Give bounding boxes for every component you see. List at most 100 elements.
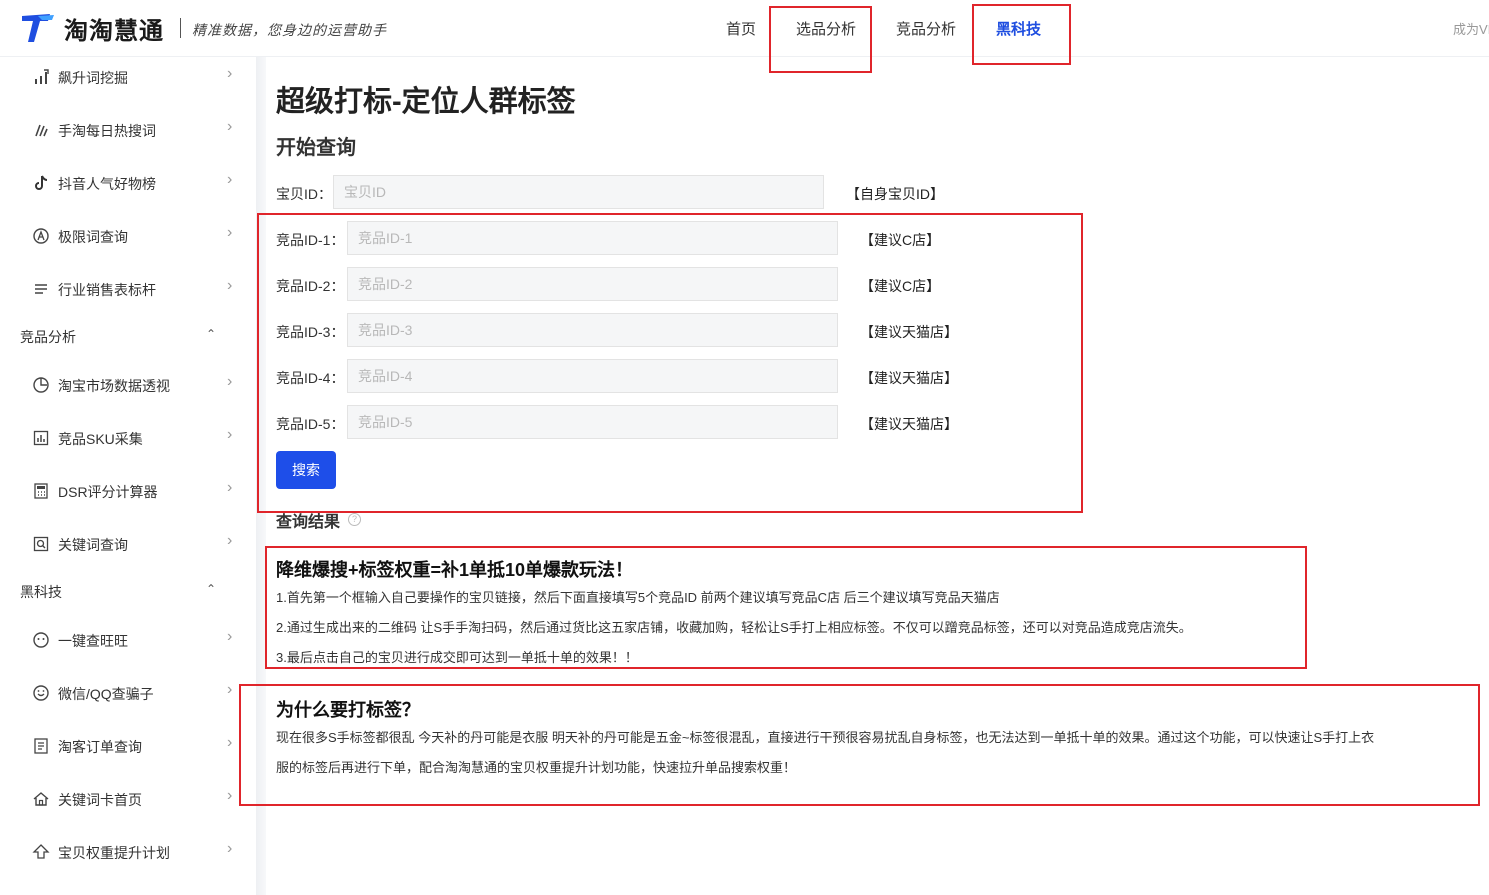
chevron-right-icon: › (227, 171, 233, 188)
sidebar-group-black-tech[interactable]: 黑科技 ⌃ (0, 577, 256, 607)
become-vip-link[interactable]: 成为VIP (1453, 19, 1489, 38)
tips-line-2: 2.通过生成出来的二维码 让S手手淘扫码，然后通过货比这五家店铺，收藏加购，轻松… (276, 620, 1192, 635)
help-icon[interactable]: ? (348, 513, 361, 526)
competitor-id-5-input[interactable] (347, 405, 838, 439)
nav-competitor-analysis[interactable]: 竞品分析 (896, 18, 956, 39)
sidebar-group-competitor[interactable]: 竞品分析 ⌃ (0, 322, 256, 352)
competitor-id-2-input[interactable] (347, 267, 838, 301)
competitor-id-3-label: 竞品ID-3： (276, 324, 345, 340)
sidebar-item-label: DSR评分计算器 (58, 484, 158, 500)
sidebar-item-label: 宝贝权重提升计划 (58, 845, 170, 861)
sidebar-item-limit-words[interactable]: 极限词查询 › (0, 216, 256, 256)
sidebar-item-label: 淘客订单查询 (58, 739, 142, 755)
own-id-label: 宝贝ID： (276, 186, 332, 202)
nav-product-analysis[interactable]: 选品分析 (796, 18, 856, 39)
tips-line-3: 3.最后点击自己的宝贝进行成交即可达到一单抵十单的效果！！ (276, 650, 638, 665)
list-icon (35, 284, 47, 294)
sidebar-item-label: 竞品SKU采集 (58, 431, 143, 447)
sidebar-item-label: 一键查旺旺 (58, 633, 128, 649)
sidebar-item-market-data[interactable]: 淘宝市场数据透视 › (0, 365, 256, 405)
chevron-right-icon: › (227, 224, 233, 241)
chevron-up-icon: ⌃ (206, 327, 217, 341)
tips-heading: 降维爆搜+标签权重=补1单抵10单爆款玩法！ (276, 560, 634, 580)
sidebar-group-label: 黑科技 (20, 584, 62, 600)
sidebar-item-rising-words[interactable]: 飙升词挖掘 › (0, 57, 256, 97)
sidebar-item-weight-boost[interactable]: 宝贝权重提升计划 › (0, 832, 256, 872)
search-button[interactable]: 搜索 (276, 451, 336, 489)
logo-icon (22, 14, 54, 42)
document-icon (34, 738, 48, 754)
sidebar-item-hot-search[interactable]: 手淘每日热搜词 › (0, 110, 256, 150)
chevron-right-icon: › (227, 628, 233, 645)
sidebar-item-keyword-query[interactable]: 关键词查询 › (0, 524, 256, 564)
sidebar-item-label: 手淘每日热搜词 (58, 123, 156, 139)
sidebar-divider (256, 57, 266, 895)
search-doc-icon (33, 536, 49, 552)
bar-chart-icon (33, 430, 49, 446)
chevron-right-icon: › (227, 426, 233, 443)
sidebar-item-douyin[interactable]: 抖音人气好物榜 › (0, 163, 256, 203)
top-header: 淘淘慧通 精准数据，您身边的运营助手 首页 选品分析 竞品分析 黑科技 成为VI… (0, 0, 1489, 57)
sidebar-item-taoke-orders[interactable]: 淘客订单查询 › (0, 726, 256, 766)
competitor-id-1-input[interactable] (347, 221, 838, 255)
competitor-id-1-hint: 【建议C店】 (860, 232, 941, 248)
chevron-right-icon: › (227, 277, 233, 294)
chevron-right-icon: › (227, 532, 233, 549)
competitor-id-5-label: 竞品ID-5： (276, 416, 345, 432)
competitor-id-5-hint: 【建议天猫店】 (860, 416, 958, 432)
competitor-id-4-input[interactable] (347, 359, 838, 393)
sidebar-item-keyword-homepage[interactable]: 关键词卡首页 › (0, 779, 256, 819)
why-line-1: 现在很多S手标签都很乱 今天补的丹可能是衣服 明天补的丹可能是五金~标签很混乱，… (276, 730, 1375, 745)
why-heading: 为什么要打标签？ (276, 700, 420, 720)
sidebar-item-dsr-calculator[interactable]: DSR评分计算器 › (0, 471, 256, 511)
sidebar-item-label: 抖音人气好物榜 (58, 176, 156, 192)
own-id-input[interactable] (333, 175, 824, 209)
tips-line-1: 1.首先第一个框输入自己要操作的宝贝链接，然后下面直接填写5个竞品ID 前两个建… (276, 590, 1000, 605)
flame-icon (35, 124, 48, 137)
chevron-right-icon: › (227, 373, 233, 390)
tiktok-icon (35, 175, 48, 190)
chevron-right-icon: › (227, 65, 233, 82)
brand-divider (180, 18, 181, 38)
smile-icon (33, 632, 49, 648)
nav-black-tech[interactable]: 黑科技 (996, 18, 1041, 39)
page-title: 超级打标-定位人群标签 (276, 86, 576, 118)
competitor-id-4-hint: 【建议天猫店】 (860, 370, 958, 386)
brand-name: 淘淘慧通 (64, 18, 164, 45)
chevron-right-icon: › (227, 118, 233, 135)
sidebar-item-label: 微信/QQ查骗子 (58, 686, 154, 702)
trend-bars-icon (35, 69, 49, 84)
smile-icon (33, 685, 49, 701)
section-title: 开始查询 (276, 137, 356, 159)
sidebar: 飙升词挖掘 › 手淘每日热搜词 › 抖音人气好物榜 › 极限词查询 › 行业销售… (0, 57, 256, 895)
arrow-up-icon (32, 844, 50, 859)
nav-home[interactable]: 首页 (726, 18, 756, 39)
sidebar-item-check-wangwang[interactable]: 一键查旺旺 › (0, 620, 256, 660)
pie-chart-icon (33, 377, 49, 393)
sidebar-item-label: 行业销售表标杆 (58, 282, 156, 298)
competitor-id-3-input[interactable] (347, 313, 838, 347)
competitor-id-1-label: 竞品ID-1： (276, 232, 345, 248)
competitor-id-2-hint: 【建议C店】 (860, 278, 941, 294)
sidebar-item-label: 关键词查询 (58, 537, 128, 553)
calculator-icon (34, 483, 48, 499)
sidebar-item-sku-collect[interactable]: 竞品SKU采集 › (0, 418, 256, 458)
competitor-id-4-label: 竞品ID-4： (276, 370, 345, 386)
sidebar-item-label: 关键词卡首页 (58, 792, 142, 808)
why-line-2: 服的标签后再进行下单，配合淘淘慧通的宝贝权重提升计划功能，快速拉升单品搜索权重！ (276, 760, 797, 775)
chevron-right-icon: › (227, 734, 233, 751)
result-title: 查询结果 (276, 514, 341, 531)
sidebar-item-label: 极限词查询 (58, 229, 128, 245)
competitor-id-2-label: 竞品ID-2： (276, 278, 345, 294)
chevron-right-icon: › (227, 787, 233, 804)
chevron-right-icon: › (227, 681, 233, 698)
sidebar-item-label: 淘宝市场数据透视 (58, 378, 170, 394)
sidebar-item-wechat-qq-check[interactable]: 微信/QQ查骗子 › (0, 673, 256, 713)
own-id-hint: 【自身宝贝ID】 (846, 186, 944, 202)
sidebar-item-industry-benchmark[interactable]: 行业销售表标杆 › (0, 269, 256, 309)
chevron-right-icon: › (227, 479, 233, 496)
chevron-right-icon: › (227, 840, 233, 857)
brand-slogan: 精准数据，您身边的运营助手 (192, 23, 387, 39)
competitor-id-3-hint: 【建议天猫店】 (860, 324, 958, 340)
chevron-up-icon: ⌃ (206, 582, 217, 596)
